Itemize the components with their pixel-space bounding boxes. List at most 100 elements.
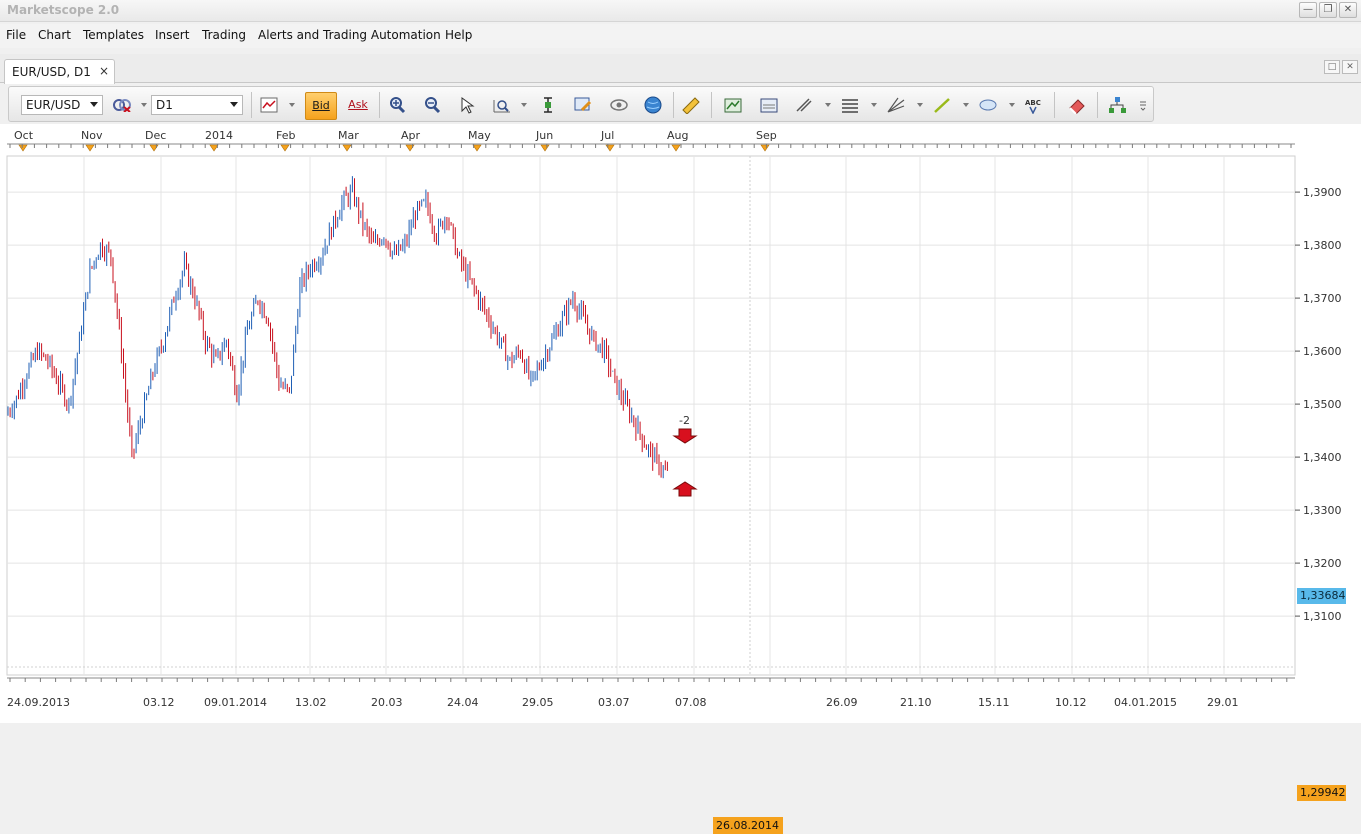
month-labels: Oct Nov Dec 2014 Feb Mar Apr May Jun Jul Aug Sep	[14, 129, 777, 142]
month-label: Nov	[81, 129, 103, 142]
month-label: Mar	[338, 129, 359, 142]
month-label: Aug	[667, 129, 688, 142]
date-label: 24.04	[447, 696, 479, 709]
restore-icon: □	[1327, 62, 1337, 72]
current-price-tag: 1,33684	[1297, 588, 1346, 604]
date-ticks	[9, 678, 1288, 682]
properties-icon[interactable]	[572, 94, 594, 116]
date-label: 03.12	[143, 696, 175, 709]
month-marker-icon	[760, 144, 770, 152]
month-marker-icon	[472, 144, 482, 152]
symbol-value: EUR/USD	[26, 98, 81, 112]
close-icon: ✕	[1343, 4, 1353, 15]
month-marker-icon	[18, 144, 28, 152]
plot-frame	[6, 155, 1296, 676]
ellipse-tool-icon[interactable]	[977, 94, 999, 116]
line-tool-icon[interactable]	[931, 94, 953, 116]
panel-restore-button[interactable]: □	[1324, 60, 1340, 74]
price-label: 1,3900	[1303, 186, 1342, 199]
price-label: 1,3300	[1303, 504, 1342, 517]
price-label: 1,3400	[1303, 451, 1342, 464]
date-label: 15.11	[978, 696, 1010, 709]
month-label: Dec	[145, 129, 166, 142]
month-label: May	[468, 129, 491, 142]
month-label: Feb	[276, 129, 295, 142]
price-label: 1,3700	[1303, 292, 1342, 305]
add-indicator-icon[interactable]	[722, 94, 744, 116]
chart-tab[interactable]: EUR/USD, D1 ×	[4, 59, 115, 84]
ask-button[interactable]: Ask	[344, 92, 372, 120]
hide-show-icon[interactable]	[608, 94, 630, 116]
panel-close-button[interactable]: ✕	[1342, 60, 1358, 74]
minimize-icon: —	[1303, 4, 1313, 15]
month-marker-icon	[85, 144, 95, 152]
toolbar-overflow-icon[interactable]	[1136, 94, 1150, 116]
eraser-icon[interactable]	[1066, 94, 1088, 116]
menu-chart[interactable]: Chart	[38, 28, 71, 42]
date-label: 10.12	[1055, 696, 1087, 709]
close-icon: ✕	[1346, 62, 1354, 72]
text-tool-icon[interactable]: ABC	[1023, 94, 1045, 116]
minimize-button[interactable]: —	[1299, 2, 1317, 18]
date-label: 09.01.2014	[204, 696, 267, 709]
menu-help[interactable]: Help	[445, 28, 472, 42]
menu-file[interactable]: File	[6, 28, 26, 42]
price-label: 1,3600	[1303, 345, 1342, 358]
chart-tab-label: EUR/USD, D1	[12, 65, 91, 79]
chart-type-icon[interactable]	[258, 94, 280, 116]
date-label: 24.09.2013	[7, 696, 70, 709]
crosshair-icon[interactable]	[537, 94, 559, 116]
chart-toolbar: EUR/USD D1 Bid Ask ABC	[8, 86, 1154, 122]
menu-trading[interactable]: Trading	[202, 28, 246, 42]
tab-close-icon[interactable]: ×	[99, 64, 109, 78]
date-label: 03.07	[598, 696, 630, 709]
current-date-tag: 26.08.2014	[713, 817, 783, 834]
month-ticks	[9, 144, 1292, 152]
chart-tab-strip: EUR/USD, D1 × □ ✕	[0, 54, 1361, 84]
zoom-in-icon[interactable]	[386, 94, 408, 116]
candlestick-chart[interactable]: Oct Nov Dec 2014 Feb Mar Apr May Jun Jul Aug Sep 24…	[0, 124, 1361, 723]
date-label: 20.03	[371, 696, 403, 709]
trade-marker-label: -2	[679, 414, 690, 427]
price-label: 1,3800	[1303, 239, 1342, 252]
date-label: 29.05	[522, 696, 554, 709]
globe-icon[interactable]	[642, 94, 664, 116]
month-label: Sep	[756, 129, 777, 142]
fibonacci-icon[interactable]	[793, 94, 815, 116]
symbol-select[interactable]: EUR/USD	[21, 95, 103, 115]
month-marker-icon	[280, 144, 290, 152]
add-chart-icon[interactable]	[758, 94, 780, 116]
chart-area[interactable]: Oct Nov Dec 2014 Feb Mar Apr May Jun Jul Aug Sep 24…	[0, 124, 1361, 834]
restore-icon: ❐	[1323, 4, 1333, 15]
date-label: 07.08	[675, 696, 707, 709]
ruler-icon[interactable]	[680, 94, 702, 116]
date-label: 04.01.2015	[1114, 696, 1177, 709]
month-label: 2014	[205, 129, 233, 142]
close-button[interactable]: ✕	[1339, 2, 1357, 18]
levels-icon[interactable]	[839, 94, 861, 116]
title-bar: Marketscope 2.0 — ❐ ✕	[0, 0, 1361, 22]
pointer-icon[interactable]	[456, 94, 478, 116]
month-label: Apr	[401, 129, 421, 142]
object-tree-icon[interactable]	[1106, 94, 1128, 116]
zoom-out-icon[interactable]	[421, 94, 443, 116]
month-marker-icon	[209, 144, 219, 152]
restore-button[interactable]: ❐	[1319, 2, 1337, 18]
bid-button[interactable]: Bid	[305, 92, 337, 120]
menu-alerts[interactable]: Alerts and Trading Automation	[258, 28, 441, 42]
low-price-tag: 1,29942	[1297, 785, 1346, 801]
window-title: Marketscope 2.0	[7, 3, 120, 17]
svg-text:ABC: ABC	[1025, 99, 1041, 107]
month-marker-icon	[342, 144, 352, 152]
date-label: 26.09	[826, 696, 858, 709]
menu-templates[interactable]: Templates	[83, 28, 144, 42]
compare-symbols-icon[interactable]	[111, 94, 133, 116]
timeframe-select[interactable]: D1	[151, 95, 243, 115]
month-label: Oct	[14, 129, 34, 142]
date-label: 29.01	[1207, 696, 1239, 709]
menu-insert[interactable]: Insert	[155, 28, 189, 42]
zoom-area-icon[interactable]	[491, 94, 513, 116]
trendline-fan-icon[interactable]	[885, 94, 907, 116]
price-labels: 1,3900 1,3800 1,3700 1,3600 1,3500 1,3400 1,33…	[1295, 186, 1342, 623]
month-marker-icon	[605, 144, 615, 152]
